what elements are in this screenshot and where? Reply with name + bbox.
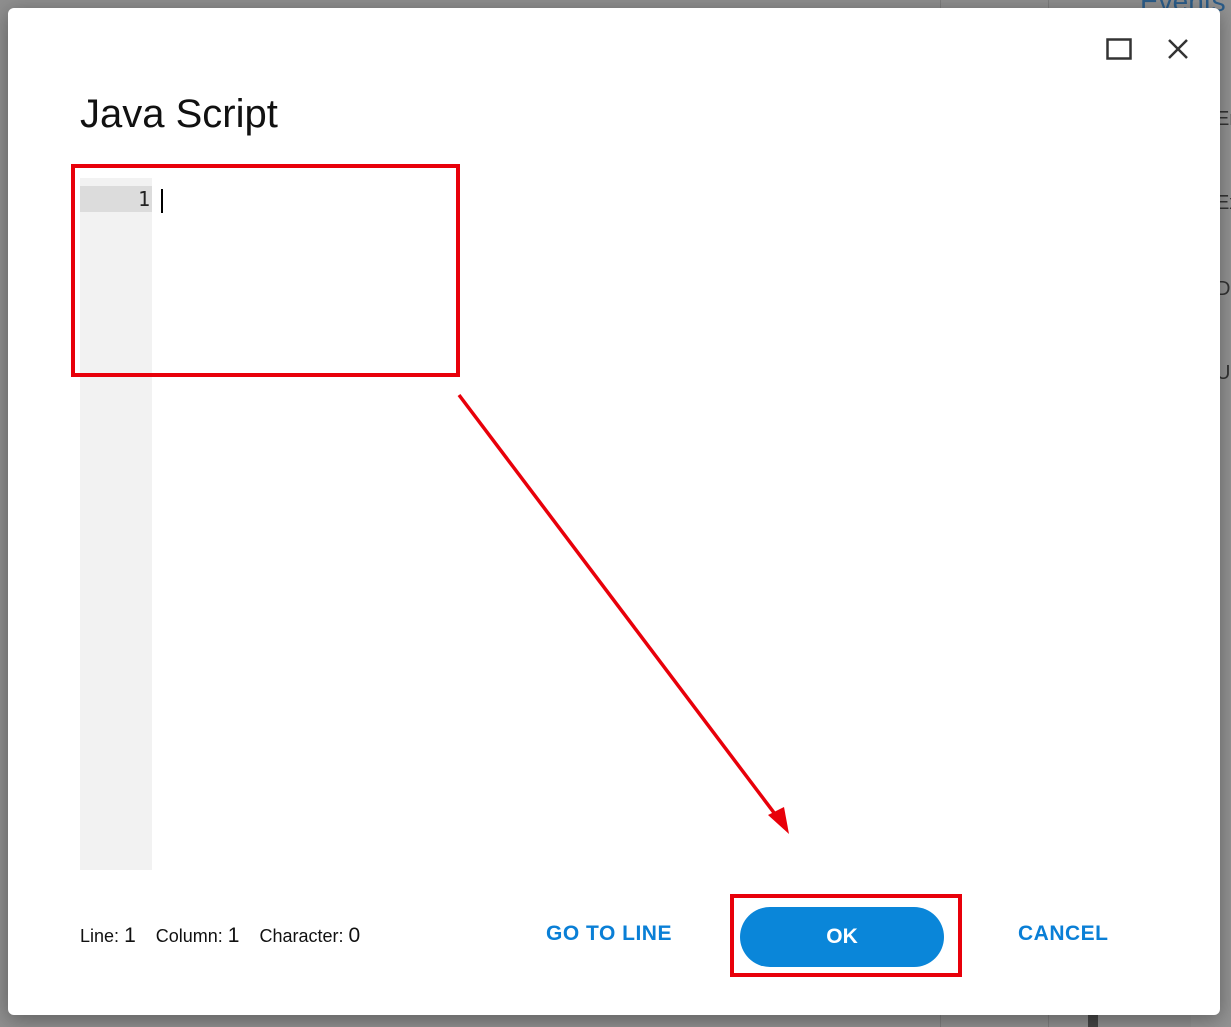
annotation-arrow-icon	[457, 393, 789, 834]
